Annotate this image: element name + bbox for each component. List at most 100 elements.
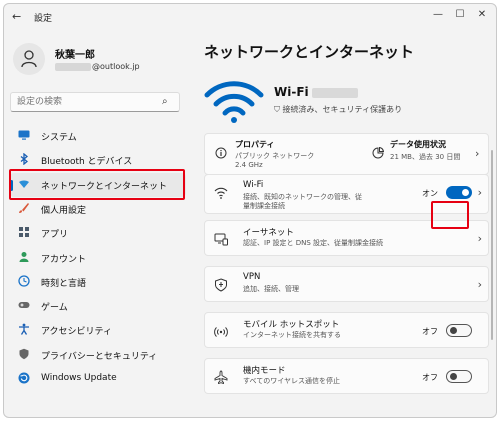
card-description-line: インターネット接続を共有する [243,331,341,339]
card-description-line: 量制課金接続 [243,202,285,210]
globe-clock-icon [18,275,30,287]
chevron-right-icon: › [477,278,482,291]
toggle-knob [462,189,469,196]
person-icon [21,50,37,68]
card-description: 接続、既知のネットワークの管理、従 量制課金接続 [243,193,362,211]
toggle-switch[interactable] [446,324,472,337]
update-icon [18,372,30,384]
toggle-state-label: オン [422,189,438,198]
network-name-label: Wi-Fi [274,85,309,99]
window-title: 設定 [34,14,53,24]
data-usage-icon [372,147,384,159]
properties-link[interactable]: プロパティ パブリック ネットワーク 2.4 GHz [205,134,345,174]
accessibility-icon [19,323,29,336]
card-description-line: 認証、IP 設定と DNS 設定、従量制課金接続 [243,239,384,247]
card-description-line: すべてのワイヤレス通信を停止 [243,377,341,385]
search-icon[interactable]: ⌕ [162,96,168,107]
toggle-state-label: オフ [422,373,438,382]
wifi-hero-icon [204,81,264,123]
highlight-box-network-nav [9,169,185,200]
toggle-knob [450,373,457,380]
sidebar-item-label: アクセシビリティ [41,327,113,338]
card-description: インターネット接続を共有する [243,331,341,340]
back-button[interactable]: ← [12,10,21,23]
sidebar: 秋葉一郎 @outlook.jp ⌕ システムBluetooth とデバイスネッ… [4,30,196,417]
data-usage-title: データ使用状況 [390,140,446,149]
card-description-line: 追加、接続、管理 [243,285,299,293]
email-domain: @outlook.jp [92,62,140,71]
ssid-redaction [311,87,358,98]
sidebar-item-label: ゲーム [41,303,68,314]
card-title: イーサネット [243,228,294,238]
card-description-line: 接続、既知のネットワークの管理、従 [243,193,362,201]
sidebar-item[interactable]: アクセシビリティ [10,318,186,342]
data-usage-link[interactable]: データ使用状況 21 MB、過去 30 日間 › [365,134,489,174]
settings-card[interactable]: VPN 追加、接続、管理 › [204,266,489,302]
sidebar-item-label: Windows Update [41,373,117,383]
search-input[interactable] [10,92,180,112]
properties-card: プロパティ パブリック ネットワーク 2.4 GHz データ使用状況 21 MB… [204,133,489,175]
card-title: 機内モード [243,366,286,376]
sidebar-item-label: システム [41,133,77,143]
sidebar-item[interactable]: システム [10,124,186,148]
sidebar-item[interactable]: プライバシーとセキュリティ [10,343,186,367]
close-button[interactable]: ✕ [474,8,490,22]
toggle-switch[interactable] [446,186,472,199]
settings-card[interactable]: 機内モード すべてのワイヤレス通信を停止 オフ [204,358,489,394]
sidebar-item[interactable]: ゲーム [10,294,186,318]
gamepad-icon [18,302,30,309]
properties-title: プロパティ [235,140,275,149]
network-name: Wi-Fi [274,85,358,99]
sidebar-item[interactable]: 個人用設定 [10,197,186,221]
scrollbar[interactable] [491,150,493,340]
sidebar-item[interactable]: アカウント [10,246,186,270]
chevron-right-icon: › [477,186,482,199]
hotspot-icon [214,327,228,337]
sidebar-item-label: Bluetooth とデバイス [41,157,133,168]
data-usage-detail: 21 MB、過去 30 日間 [390,153,461,161]
card-title: VPN [243,272,261,282]
vpn-shield-icon [215,278,227,292]
chevron-right-icon: › [475,147,480,160]
sidebar-item[interactable]: 時刻と言語 [10,270,186,294]
network-profile: パブリック ネットワーク [235,152,315,160]
maximize-button[interactable]: ☐ [452,8,468,22]
sidebar-item-label: 時刻と言語 [41,278,87,289]
title-bar: ← 設定 — ☐ ✕ [4,4,496,30]
sidebar-item-label: アカウント [41,254,87,265]
minimize-button[interactable]: — [430,8,446,22]
card-description: 追加、接続、管理 [243,285,299,294]
sidebar-item-label: アプリ [41,230,69,241]
apps-icon [19,227,29,238]
settings-card[interactable]: モバイル ホットスポット インターネット接続を共有する オフ [204,312,489,348]
page-title: ネットワークとインターネット [204,43,415,61]
connection-status: ⛉ 接続済み、セキュリティ保護あり [274,104,402,115]
shield-icon [19,348,29,359]
toggle-switch[interactable] [446,370,472,383]
bluetooth-icon [20,153,29,166]
sidebar-item-label: プライバシーとセキュリティ [41,351,158,362]
airplane-icon [214,370,228,384]
connection-status-text: 接続済み、セキュリティ保護あり [282,105,403,114]
brush-icon [19,202,29,213]
sidebar-item-label: 個人用設定 [41,205,87,216]
sidebar-item[interactable]: アプリ [10,221,186,245]
card-title: モバイル ホットスポット [243,320,340,330]
network-band: 2.4 GHz [235,161,263,169]
chevron-right-icon: › [477,232,482,245]
email-redaction [55,62,91,71]
avatar[interactable] [13,43,45,75]
ethernet-icon [214,233,228,246]
settings-window: ← 設定 — ☐ ✕ 秋葉一郎 @outlook.jp ⌕ システム Blueto… [3,3,497,418]
card-description: すべてのワイヤレス通信を停止 [243,377,340,386]
sidebar-item[interactable]: Windows Update [10,367,186,391]
card-title: Wi-Fi [243,180,264,190]
wifi-icon [214,187,228,199]
highlight-box-wifi-toggle [431,201,469,229]
person-icon [19,251,29,262]
toggle-state-label: オフ [422,327,438,336]
info-icon [215,147,227,159]
card-description: 認証、IP 設定と DNS 設定、従量制課金接続 [243,239,383,248]
user-name: 秋葉一郎 [55,50,95,61]
user-email: @outlook.jp [55,62,140,71]
